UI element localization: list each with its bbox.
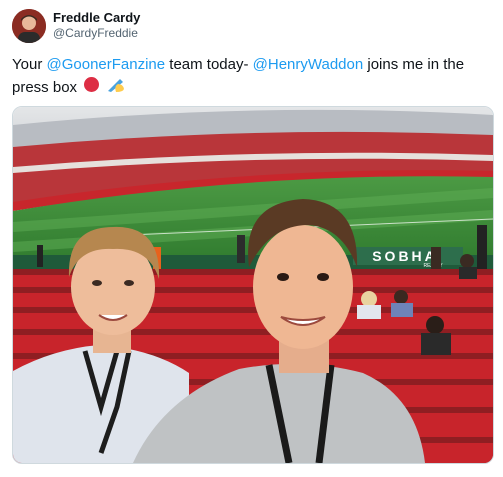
tweet-text-segment: team today- (165, 56, 253, 73)
writing-hand-icon (106, 76, 126, 100)
mention-link[interactable]: @GoonerFanzine (46, 56, 165, 73)
tweet-photo[interactable]: SOBHA REALTY (12, 106, 494, 464)
author-handle[interactable]: @CardyFreddie (53, 26, 140, 41)
author-display-name[interactable]: Freddle Cardy (53, 10, 140, 26)
tweet-header: Freddle Cardy @CardyFreddie (12, 8, 492, 48)
tweet-text-segment: Your (12, 56, 47, 73)
tweet-text: Your @GoonerFanzine team today- @HenryWa… (12, 54, 497, 100)
author-names: Freddle Cardy @CardyFreddie (53, 10, 140, 41)
red-circle-icon (83, 76, 100, 100)
mention-link[interactable]: @HenryWaddon (253, 56, 364, 73)
avatar[interactable] (12, 9, 46, 43)
sponsor-sign: SOBHA (372, 248, 438, 264)
